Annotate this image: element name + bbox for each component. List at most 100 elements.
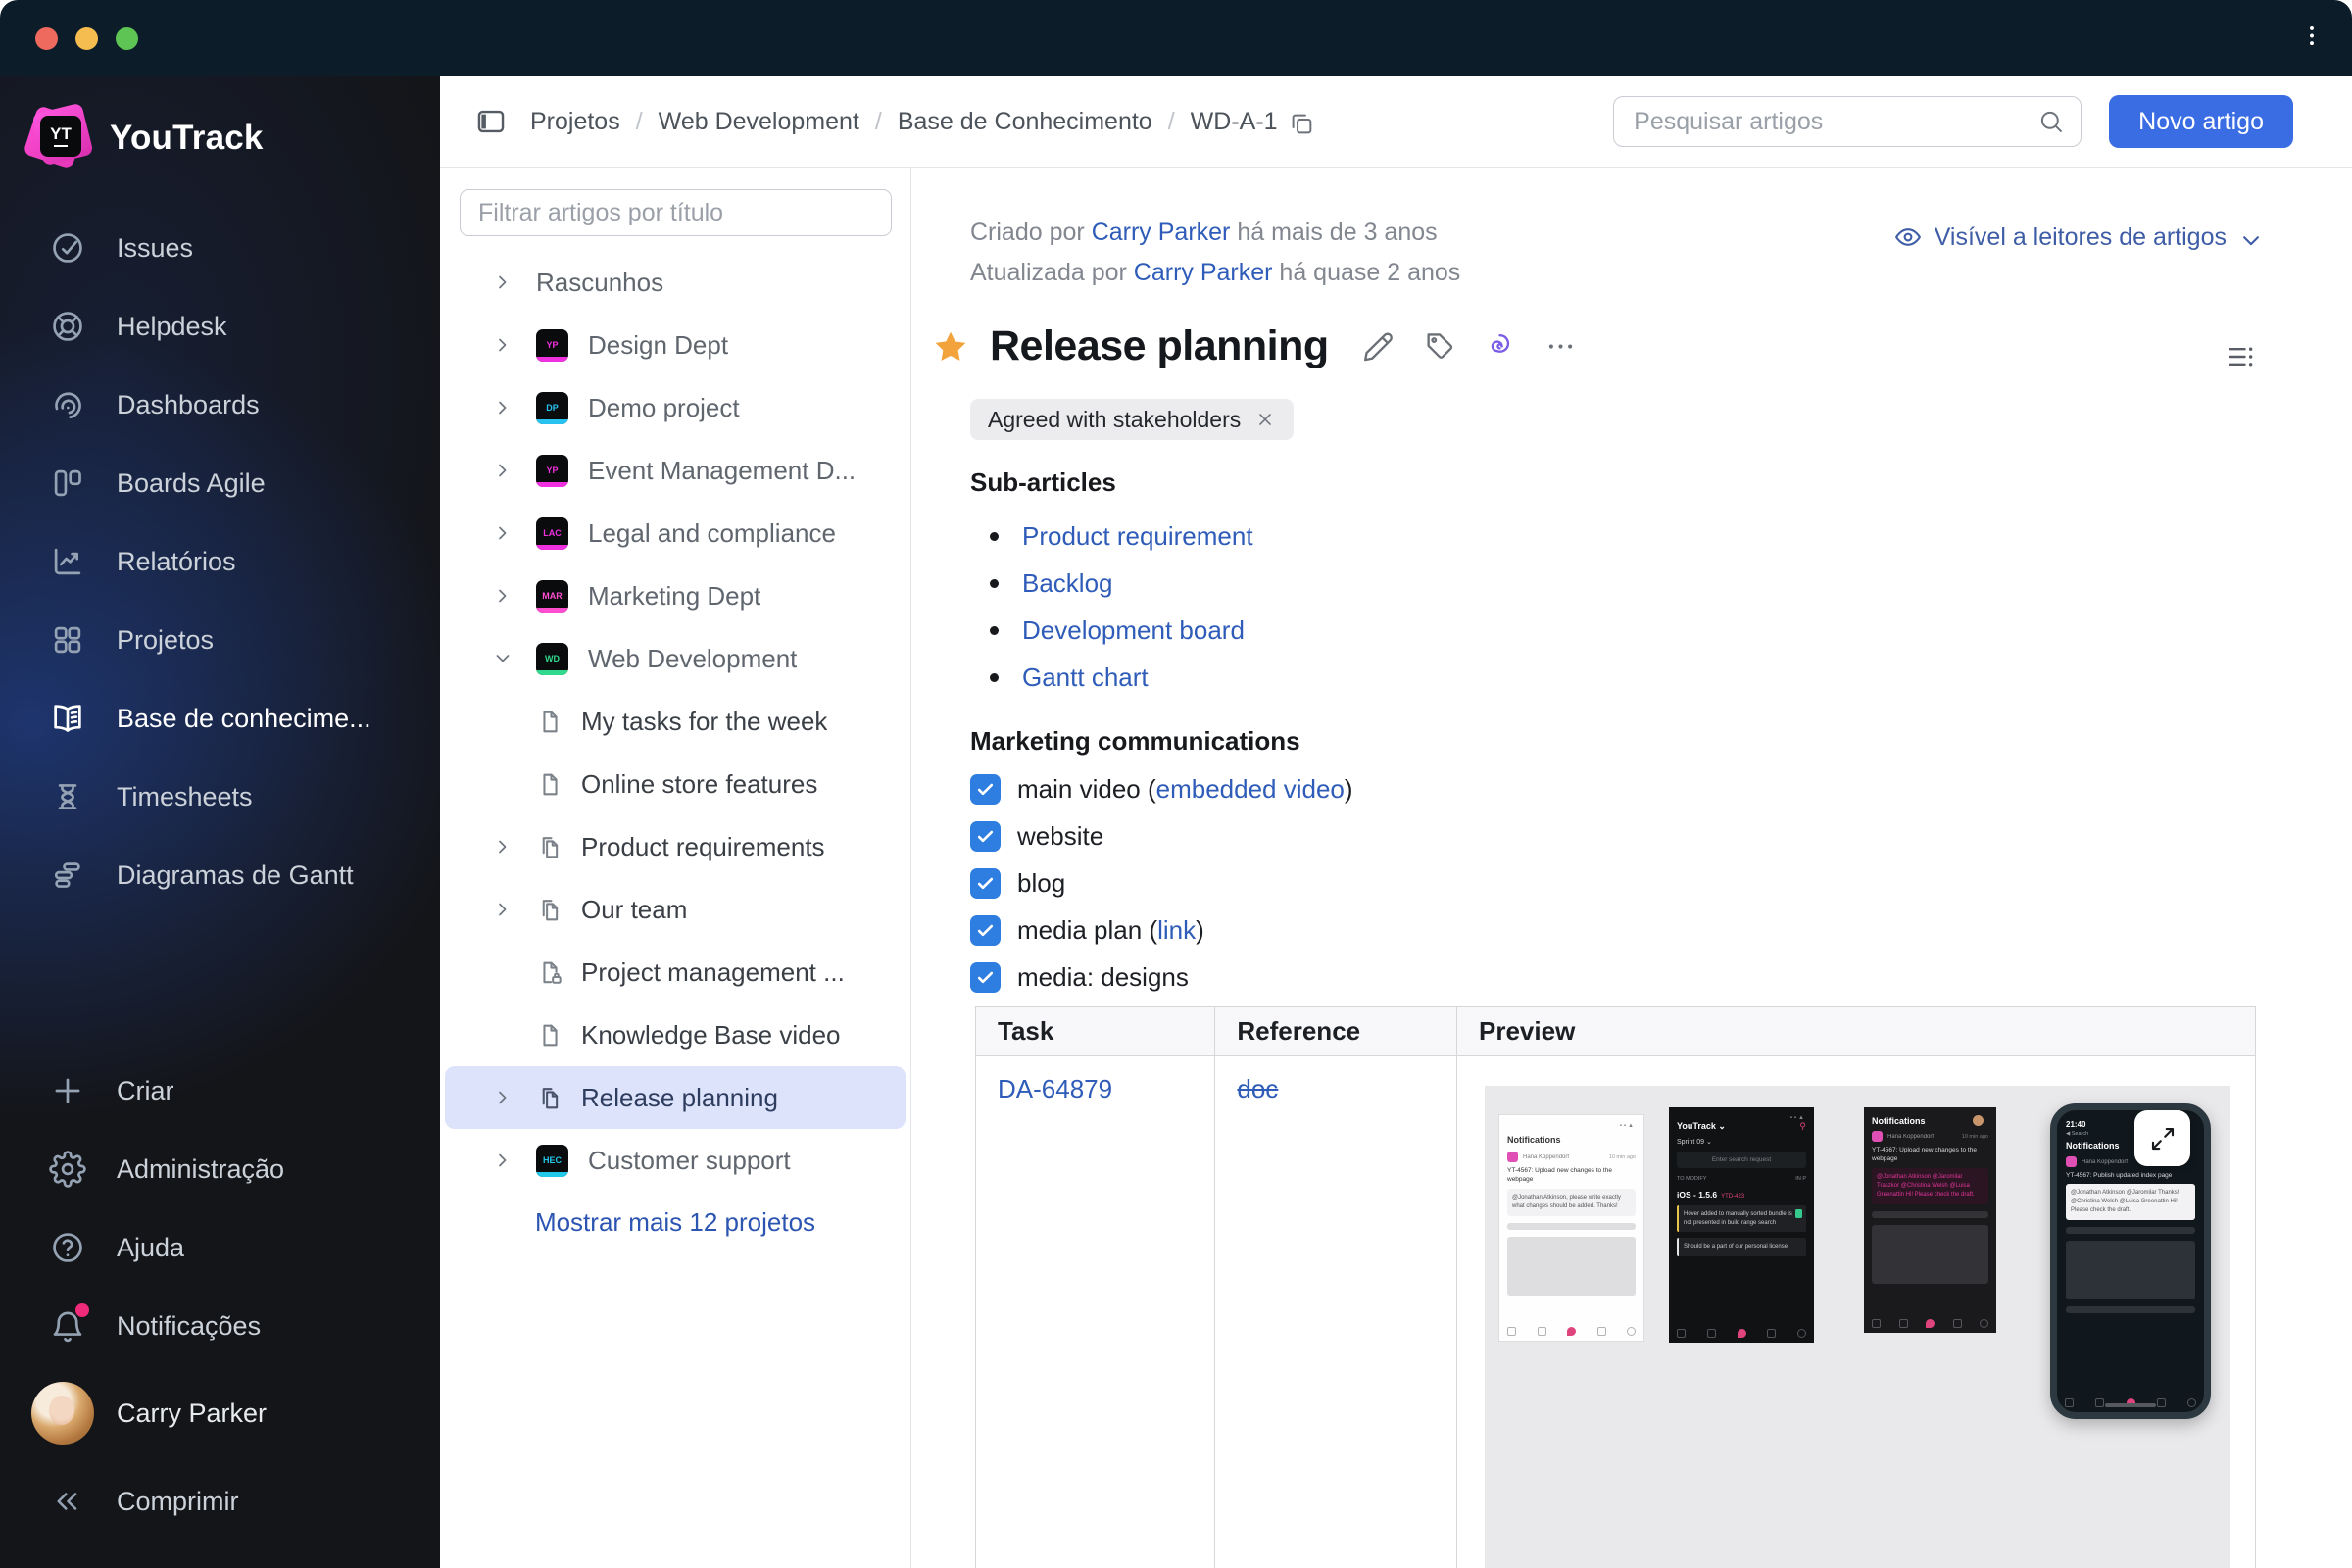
sidebar-item-boards[interactable]: Boards Agile bbox=[0, 444, 440, 522]
sub-article-item: Gantt chart bbox=[970, 654, 1253, 701]
chevron-right-icon[interactable] bbox=[491, 1086, 514, 1109]
article-id-copy-icon[interactable] bbox=[1288, 110, 1315, 137]
tag-chip[interactable]: Agreed with stakeholders bbox=[970, 399, 1295, 440]
reference-link[interactable]: doc bbox=[1237, 1074, 1278, 1103]
tree-item[interactable]: Knowledge Base video bbox=[445, 1004, 906, 1066]
article-filter bbox=[460, 189, 892, 236]
sidebar-item-plus[interactable]: Criar bbox=[0, 1052, 440, 1130]
updated-author-link[interactable]: Carry Parker bbox=[1134, 259, 1273, 286]
table-of-contents-icon[interactable] bbox=[2225, 340, 2258, 373]
checklist-item: media plan (link) bbox=[970, 906, 1353, 954]
expand-image-button[interactable] bbox=[2134, 1110, 2190, 1166]
sidebar-item-help[interactable]: Ajuda bbox=[0, 1208, 440, 1287]
tree-item[interactable]: Rascunhos bbox=[445, 251, 906, 314]
tree-item[interactable]: My tasks for the week bbox=[445, 690, 906, 753]
chevron-right-icon[interactable] bbox=[491, 521, 514, 545]
search-input[interactable] bbox=[1634, 107, 2038, 136]
tree-item[interactable]: Release planning bbox=[445, 1066, 906, 1129]
checkbox-checked[interactable] bbox=[970, 773, 1001, 805]
sub-article-link[interactable]: Product requirement bbox=[1022, 521, 1253, 552]
checklist-item: main video (embedded video) bbox=[970, 765, 1353, 812]
pages-icon bbox=[536, 833, 564, 861]
bell-icon bbox=[49, 1303, 89, 1345]
sub-article-link[interactable]: Gantt chart bbox=[1022, 662, 1149, 693]
breadcrumb-item[interactable]: WD-A-1 bbox=[1191, 108, 1278, 136]
chevron-right-icon[interactable] bbox=[491, 1023, 514, 1047]
preview-image[interactable]: ▪▪▲ Notifications Hana Koppendorf 10 min ag… bbox=[1485, 1086, 2230, 1568]
sidebar-footer-nav: Criar Administração Ajuda Notificações bbox=[0, 1052, 440, 1365]
edit-article-icon[interactable] bbox=[1362, 330, 1395, 363]
tree-item[interactable]: LAC Legal and compliance bbox=[445, 502, 906, 564]
filter-articles-input[interactable] bbox=[478, 198, 873, 227]
panel-toggle-icon[interactable] bbox=[474, 105, 508, 138]
article-tree-panel: RascunhosYPDesign DeptDPDemo projectYPEv… bbox=[440, 168, 911, 1568]
sidebar-item-projects[interactable]: Projetos bbox=[0, 601, 440, 679]
sidebar-item-reports[interactable]: Relatórios bbox=[0, 522, 440, 601]
chevron-right-icon[interactable] bbox=[491, 459, 514, 482]
page-header: Projetos / Web Development / Base de Conheci… bbox=[440, 76, 2352, 168]
breadcrumb-item[interactable]: Projetos bbox=[530, 108, 620, 136]
tree-item[interactable]: HEC Customer support bbox=[445, 1129, 906, 1192]
browser-menu-icon[interactable] bbox=[2299, 24, 2325, 54]
chevron-right-icon[interactable] bbox=[491, 1149, 514, 1172]
pages-icon bbox=[536, 1084, 564, 1112]
close-window-button[interactable] bbox=[35, 26, 58, 50]
tree-item[interactable]: YP Design Dept bbox=[445, 314, 906, 376]
chevron-right-icon[interactable] bbox=[491, 270, 514, 294]
favorite-star-icon[interactable] bbox=[931, 327, 970, 367]
checkbox-checked[interactable] bbox=[970, 820, 1001, 852]
visibility-selector[interactable]: Visível a leitores de artigos bbox=[1893, 222, 2259, 252]
inline-link[interactable]: embedded video bbox=[1156, 774, 1345, 805]
breadcrumb-item[interactable]: Web Development bbox=[659, 108, 859, 136]
sidebar-item-helpdesk[interactable]: Helpdesk bbox=[0, 287, 440, 366]
checkbox-checked[interactable] bbox=[970, 867, 1001, 899]
checkbox-checked[interactable] bbox=[970, 914, 1001, 946]
zoom-window-button[interactable] bbox=[116, 26, 138, 50]
sidebar-item-issues[interactable]: Issues bbox=[0, 209, 440, 287]
chevron-right-icon[interactable] bbox=[491, 960, 514, 984]
checkbox-checked[interactable] bbox=[970, 961, 1001, 993]
sidebar-item-dashboards[interactable]: Dashboards bbox=[0, 366, 440, 444]
chevron-right-icon[interactable] bbox=[491, 772, 514, 796]
sidebar-item-bell[interactable]: Notificações bbox=[0, 1287, 440, 1365]
sidebar-item-gantt[interactable]: Diagramas de Gantt bbox=[0, 836, 440, 914]
tree-item[interactable]: Online store features bbox=[445, 753, 906, 815]
breadcrumb-item[interactable]: Base de Conhecimento bbox=[898, 108, 1152, 136]
sidebar-item-kb[interactable]: Base de conhecime... bbox=[0, 679, 440, 758]
preview-phone-dark: Notifications Hana Koppendorf 10 min ago YT… bbox=[1864, 1107, 1996, 1333]
task-link[interactable]: DA-64879 bbox=[998, 1074, 1112, 1103]
chevron-right-icon[interactable] bbox=[491, 333, 514, 357]
sub-article-link[interactable]: Backlog bbox=[1022, 568, 1113, 599]
sidebar-item-gear[interactable]: Administração bbox=[0, 1130, 440, 1208]
tree-item[interactable]: Our team bbox=[445, 878, 906, 941]
chevron-right-icon[interactable] bbox=[491, 898, 514, 921]
ai-assistant-icon[interactable] bbox=[1484, 330, 1516, 363]
sidebar-collapse-button[interactable]: Comprimir bbox=[0, 1472, 440, 1531]
sub-articles-heading: Sub-articles bbox=[970, 467, 1116, 497]
add-tag-icon[interactable] bbox=[1423, 330, 1455, 363]
tree-item[interactable]: DP Demo project bbox=[445, 376, 906, 439]
project-avatar: YP bbox=[536, 454, 568, 487]
chevron-down-icon[interactable] bbox=[491, 647, 514, 670]
tree-item[interactable]: WD Web Development bbox=[445, 627, 906, 690]
chevron-right-icon[interactable] bbox=[491, 584, 514, 608]
inline-link[interactable]: link bbox=[1157, 915, 1196, 946]
new-article-button[interactable]: Novo artigo bbox=[2109, 95, 2293, 148]
minimize-window-button[interactable] bbox=[75, 26, 98, 50]
chevron-right-icon[interactable] bbox=[491, 710, 514, 733]
more-actions-icon[interactable] bbox=[1544, 330, 1577, 363]
tree-item[interactable]: MAR Marketing Dept bbox=[445, 564, 906, 627]
page-icon bbox=[536, 708, 564, 736]
created-author-link[interactable]: Carry Parker bbox=[1092, 219, 1231, 246]
chevron-right-icon[interactable] bbox=[491, 835, 514, 858]
chevron-right-icon[interactable] bbox=[491, 396, 514, 419]
tree-item[interactable]: Project management ... bbox=[445, 941, 906, 1004]
tree-item[interactable]: Product requirements bbox=[445, 815, 906, 878]
remove-tag-icon[interactable] bbox=[1254, 409, 1276, 430]
youtrack-logo[interactable]: YT YouTrack bbox=[23, 102, 440, 171]
tree-item[interactable]: YP Event Management D... bbox=[445, 439, 906, 502]
sidebar-item-timesheets[interactable]: Timesheets bbox=[0, 758, 440, 836]
show-more-projects-link[interactable]: Mostrar mais 12 projetos bbox=[440, 1207, 910, 1238]
sidebar-item-profile[interactable]: Carry Parker bbox=[0, 1382, 440, 1445]
sub-article-link[interactable]: Development board bbox=[1022, 615, 1245, 646]
